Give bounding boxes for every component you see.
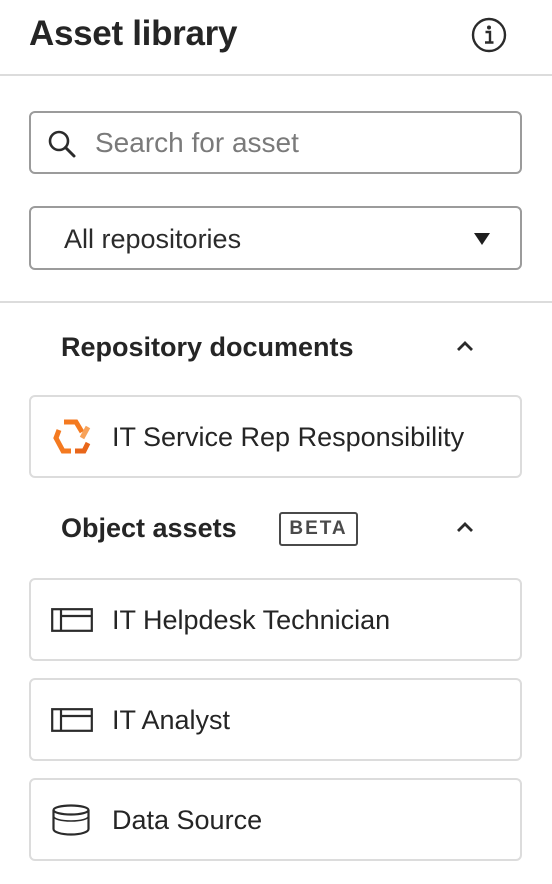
repository-select-value: All repositories [64,224,242,254]
table-icon [51,708,93,732]
chevron-up-icon[interactable] [454,338,476,354]
section-title-repository-documents: Repository documents [61,332,354,362]
panel-title: Asset library [29,14,238,53]
database-icon [52,804,90,836]
info-icon[interactable] [471,17,507,53]
chevron-up-icon[interactable] [454,519,476,535]
asset-card-label: Data Source [112,805,263,835]
search-input[interactable] [95,113,505,172]
search-icon [48,130,76,158]
asset-card-it-service-rep-responsibility[interactable]: IT Service Rep Responsibility [29,395,522,478]
section-title-object-assets: Object assets [61,513,237,543]
divider [0,301,552,303]
asset-card-label: IT Analyst [112,705,231,735]
caret-down-icon [474,233,490,245]
beta-badge: BETA [279,512,358,546]
repository-select[interactable]: All repositories [29,206,522,270]
document-hexagon-icon [53,419,91,454]
asset-card-data-source[interactable]: Data Source [29,778,522,861]
search-field[interactable] [29,111,522,174]
table-icon [51,608,93,632]
asset-card-it-helpdesk-technician[interactable]: IT Helpdesk Technician [29,578,522,661]
asset-card-label: IT Service Rep Responsibility [112,422,465,452]
panel-header: Asset library [0,0,552,76]
asset-card-it-analyst[interactable]: IT Analyst [29,678,522,761]
asset-card-label: IT Helpdesk Technician [112,605,391,635]
